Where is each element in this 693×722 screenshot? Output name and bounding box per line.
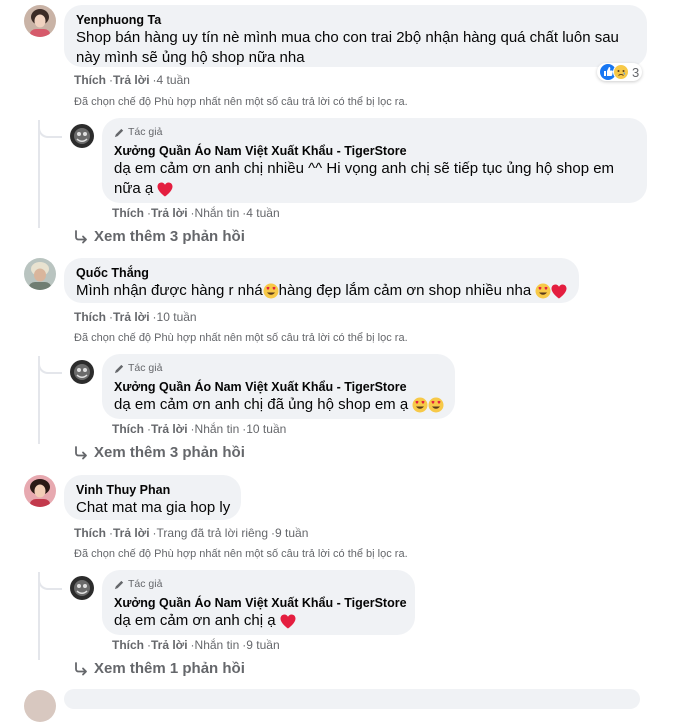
heart-eyes-emoji-icon: [428, 397, 444, 413]
comment-text: hàng đẹp lắm cảm ơn shop nhiều nha: [278, 282, 532, 299]
filter-note: Đã chọn chế độ Phù hợp nhất nên một số c…: [74, 96, 408, 108]
heart-icon: [157, 182, 173, 197]
reaction-summary[interactable]: 3: [597, 63, 643, 81]
view-more-label: Xem thêm 3 phản hồi: [94, 228, 245, 245]
comment-author[interactable]: Yenphuong Ta: [76, 12, 635, 28]
page-avatar[interactable]: [70, 124, 94, 148]
timestamp[interactable]: 10 tuần: [246, 422, 286, 436]
reply-button[interactable]: Trả lời: [113, 526, 150, 540]
thread-connector: [38, 356, 62, 374]
view-more-replies[interactable]: Xem thêm 3 phản hồi: [74, 443, 245, 463]
comment-text: Mình nhận được hàng r nhá: [76, 282, 263, 299]
reply-author[interactable]: Xưởng Quần Áo Nam Việt Xuất Khẩu - Tiger…: [114, 379, 443, 395]
comment-actions: Thích ·Trả lời ·Trang đã trả lời riêng ·9 t…: [74, 526, 309, 540]
comment-actions: Thích ·Trả lời ·4 tuần: [74, 73, 190, 87]
thread-connector: [38, 572, 62, 590]
comment-text: này mình sẽ ủng hộ shop nữa nha: [76, 49, 305, 66]
comment-text: Chat mat ma gia hop ly: [76, 499, 231, 516]
timestamp[interactable]: 9 tuần: [275, 526, 308, 540]
reply-arrow-icon: [75, 662, 87, 676]
view-more-replies[interactable]: Xem thêm 1 phản hồi: [74, 659, 245, 679]
heart-icon: [551, 284, 567, 299]
comment-bubble: Quốc Thắng Mình nhận được hàng r nhá hàng…: [64, 258, 579, 303]
page-avatar[interactable]: [70, 576, 94, 600]
like-button[interactable]: Thích: [112, 422, 144, 436]
reply-text-end: nữa ạ: [114, 179, 635, 199]
thread-line: [38, 120, 40, 228]
comment-bubble: [64, 689, 640, 709]
pencil-icon: [114, 128, 124, 137]
author-badge: Tác giả: [114, 361, 443, 375]
comment-author[interactable]: Quốc Thắng: [76, 265, 567, 281]
reply-actions: Thích ·Trả lời ·Nhắn tin ·9 tuần: [112, 638, 280, 652]
reply-text: dạ em cảm ơn anh chị đã ủng hộ shop em ạ: [114, 396, 409, 413]
view-more-label: Xem thêm 3 phản hồi: [94, 444, 245, 461]
thread-connector: [38, 120, 62, 138]
reply-bubble: Tác giả Xưởng Quần Áo Nam Việt Xuất Khẩu…: [102, 354, 455, 419]
comment-text-line: Mình nhận được hàng r nhá hàng đẹp lắm cả…: [76, 281, 567, 301]
view-more-label: Xem thêm 1 phản hồi: [94, 660, 245, 677]
pencil-icon: [114, 364, 124, 373]
reply-text: dạ em cảm ơn anh chị ạ: [114, 612, 276, 629]
reply-actions: Thích ·Trả lời ·Nhắn tin ·4 tuần: [112, 206, 280, 220]
reply-bubble: Tác giả Xưởng Quần Áo Nam Việt Xuất Khẩu…: [102, 570, 415, 635]
heart-eyes-emoji-icon: [412, 397, 428, 413]
reply-text-line: dạ em cảm ơn anh chị đã ủng hộ shop em ạ: [114, 395, 444, 415]
filter-note: Đã chọn chế độ Phù hợp nhất nên một số c…: [74, 548, 408, 560]
reply-button[interactable]: Trả lời: [113, 310, 150, 324]
comment-text: Shop bán hàng uy tín nè mình mua cho con…: [76, 29, 619, 46]
like-button[interactable]: Thích: [112, 638, 144, 652]
author-badge-label: Tác giả: [128, 578, 163, 590]
reply-text-line: dạ em cảm ơn anh chị ạ: [114, 611, 403, 631]
reply-button[interactable]: Trả lời: [151, 206, 188, 220]
filter-note: Đã chọn chế độ Phù hợp nhất nên một số c…: [74, 332, 408, 344]
timestamp[interactable]: 9 tuần: [246, 638, 279, 652]
reply-arrow-icon: [75, 446, 87, 460]
comment-author[interactable]: Vinh Thuy Phan: [76, 482, 229, 498]
timestamp[interactable]: 10 tuần: [157, 310, 197, 324]
avatar[interactable]: [24, 258, 56, 290]
like-button[interactable]: Thích: [112, 206, 144, 220]
heart-icon: [280, 614, 296, 629]
page-replied-privately: Trang đã trả lời riêng: [156, 526, 269, 540]
reaction-count: 3: [632, 64, 640, 80]
like-button[interactable]: Thích: [74, 73, 106, 87]
author-badge-label: Tác giả: [128, 126, 163, 138]
pencil-icon: [114, 580, 124, 589]
reply-button[interactable]: Trả lời: [151, 422, 188, 436]
reply-author[interactable]: Xưởng Quần Áo Nam Việt Xuất Khẩu - Tiger…: [114, 143, 635, 159]
heart-eyes-emoji-icon: [263, 283, 279, 299]
message-button[interactable]: Nhắn tin: [195, 638, 240, 652]
author-badge-label: Tác giả: [128, 362, 163, 374]
reply-arrow-icon: [75, 230, 87, 244]
like-button[interactable]: Thích: [74, 526, 106, 540]
view-more-replies[interactable]: Xem thêm 3 phản hồi: [74, 227, 245, 247]
reply-text: nữa ạ: [114, 180, 154, 197]
comment-bubble: Yenphuong Ta Shop bán hàng uy tín nè mìn…: [64, 5, 647, 67]
avatar[interactable]: [24, 690, 56, 722]
avatar[interactable]: [24, 475, 56, 507]
author-badge: Tác giả: [114, 125, 635, 139]
reply-author[interactable]: Xưởng Quần Áo Nam Việt Xuất Khẩu - Tiger…: [114, 595, 407, 611]
comment-actions: Thích ·Trả lời ·10 tuần: [74, 310, 197, 324]
reply-bubble: Tác giả Xưởng Quần Áo Nam Việt Xuất Khẩu…: [102, 118, 647, 203]
comment-bubble: Vinh Thuy Phan Chat mat ma gia hop ly: [64, 475, 241, 520]
page-avatar[interactable]: [70, 360, 94, 384]
sad-icon: [613, 64, 629, 80]
like-button[interactable]: Thích: [74, 310, 106, 324]
author-badge: Tác giả: [114, 577, 403, 591]
timestamp[interactable]: 4 tuần: [246, 206, 279, 220]
message-button[interactable]: Nhắn tin: [195, 422, 240, 436]
heart-eyes-emoji-icon: [535, 283, 551, 299]
avatar[interactable]: [24, 5, 56, 37]
reply-text: dạ em cảm ơn anh chị nhiều ^^ Hi vọng an…: [114, 160, 615, 177]
reply-button[interactable]: Trả lời: [113, 73, 150, 87]
timestamp[interactable]: 4 tuần: [157, 73, 190, 87]
comment-thread: Yenphuong Ta Shop bán hàng uy tín nè mìn…: [0, 0, 693, 722]
reply-actions: Thích ·Trả lời ·Nhắn tin ·10 tuần: [112, 422, 287, 436]
reply-button[interactable]: Trả lời: [151, 638, 188, 652]
message-button[interactable]: Nhắn tin: [195, 206, 240, 220]
